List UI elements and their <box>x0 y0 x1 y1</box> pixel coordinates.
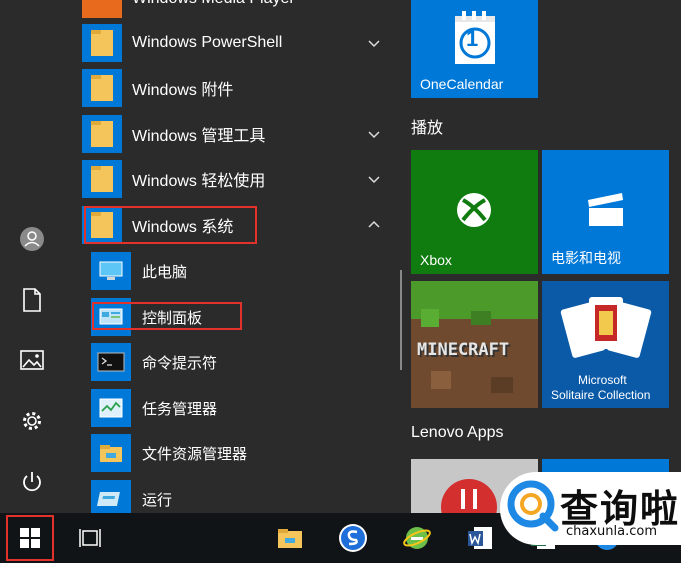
group-title-lenovo: Lenovo Apps <box>411 424 504 441</box>
watermark-url: chaxunla.com <box>566 524 657 539</box>
pictures-button[interactable] <box>12 340 52 380</box>
task-view-button[interactable] <box>69 518 113 558</box>
solitaire-line2: Solitaire Collection <box>551 388 651 402</box>
app-label: Windows 管理工具 <box>132 128 266 145</box>
dirt-pixel <box>491 377 513 393</box>
app-list: Windows Media Player Windows PowerShell … <box>62 0 402 513</box>
run-icon <box>91 480 131 513</box>
power-icon <box>23 472 41 492</box>
pictures-icon <box>20 350 44 370</box>
documents-icon <box>23 288 41 312</box>
task-view-icon <box>79 529 101 547</box>
lenovo-app-icon <box>441 479 497 513</box>
playing-cards-icon <box>560 297 652 358</box>
list-item-this-pc[interactable]: 此电脑 <box>62 248 402 294</box>
chevron-down-icon[interactable] <box>366 35 382 51</box>
computer-icon <box>91 252 131 290</box>
scrollbar[interactable] <box>400 270 402 370</box>
documents-button[interactable] <box>12 280 52 320</box>
grass-pixel <box>421 309 439 327</box>
tile-label: 电影和电视 <box>551 250 621 266</box>
folder-icon <box>82 69 122 107</box>
tile-label: OneCalendar <box>420 76 504 92</box>
taskbar-word[interactable] <box>458 518 502 558</box>
task-manager-icon <box>91 389 131 427</box>
watermark-logo-icon <box>507 480 559 532</box>
command-prompt-icon <box>91 343 131 381</box>
solitaire-line1: Microsoft <box>578 373 627 387</box>
app-label: Windows Media Player <box>132 0 295 8</box>
start-rail <box>0 0 62 513</box>
xbox-icon <box>457 193 491 227</box>
tile-onecalendar[interactable]: 1 OneCalendar <box>411 0 538 98</box>
app-label: 运行 <box>142 491 173 509</box>
taskbar-ie[interactable] <box>395 518 439 558</box>
calendar-digit: 1 <box>466 26 479 51</box>
word-icon <box>468 527 492 549</box>
folder-icon <box>82 115 122 153</box>
app-label: 任务管理器 <box>142 400 218 418</box>
dirt-pixel <box>431 371 451 389</box>
sogou-icon <box>339 524 367 552</box>
minecraft-logo: MINECRAFT <box>417 340 510 360</box>
user-account-button[interactable] <box>12 219 52 259</box>
list-item-run[interactable]: 运行 <box>62 476 402 513</box>
folder-icon <box>82 160 122 198</box>
app-label: 文件资源管理器 <box>142 445 248 463</box>
ie-icon <box>403 527 431 549</box>
chevron-down-icon[interactable] <box>366 171 382 187</box>
list-item-file-explorer[interactable]: 文件资源管理器 <box>62 430 402 476</box>
list-item-command-prompt[interactable]: 命令提示符 <box>62 339 402 385</box>
tile-movies-tv[interactable]: 电影和电视 <box>542 150 669 274</box>
grass-pixel <box>471 311 491 325</box>
list-item-media-player[interactable]: Windows Media Player <box>62 0 402 22</box>
tile-label: Xbox <box>420 252 452 268</box>
settings-button[interactable] <box>12 401 52 441</box>
highlight-windows-system <box>84 206 257 244</box>
tile-xbox[interactable]: Xbox <box>411 150 538 274</box>
media-player-icon <box>82 0 122 18</box>
list-item-powershell[interactable]: Windows PowerShell <box>62 20 402 66</box>
clapperboard-icon <box>588 193 623 226</box>
highlight-start-button <box>6 515 54 561</box>
settings-icon <box>23 412 41 430</box>
list-item-ease-of-access[interactable]: Windows 轻松使用 <box>62 156 402 202</box>
list-item-admin-tools[interactable]: Windows 管理工具 <box>62 111 402 157</box>
highlight-control-panel <box>92 302 242 330</box>
list-item-accessories[interactable]: Windows 附件 <box>62 65 402 111</box>
taskbar-sogou[interactable] <box>331 518 375 558</box>
app-label: 命令提示符 <box>142 354 218 372</box>
folder-icon <box>82 24 122 62</box>
file-explorer-icon <box>91 434 131 472</box>
app-label: 此电脑 <box>142 263 188 281</box>
app-label: Windows 轻松使用 <box>132 173 266 190</box>
taskbar-file-explorer[interactable] <box>268 518 312 558</box>
app-label: Windows 附件 <box>132 82 234 99</box>
app-label: Windows PowerShell <box>132 34 283 51</box>
power-button[interactable] <box>12 462 52 502</box>
chevron-down-icon[interactable] <box>366 126 382 142</box>
tile-solitaire[interactable]: Microsoft Solitaire Collection <box>542 281 669 408</box>
chevron-up-icon[interactable] <box>366 217 382 233</box>
group-title-play: 播放 <box>411 120 444 137</box>
list-item-task-manager[interactable]: 任务管理器 <box>62 385 402 431</box>
tile-minecraft[interactable]: MINECRAFT <box>411 281 538 408</box>
user-icon <box>20 227 44 251</box>
file-explorer-icon <box>278 529 302 548</box>
